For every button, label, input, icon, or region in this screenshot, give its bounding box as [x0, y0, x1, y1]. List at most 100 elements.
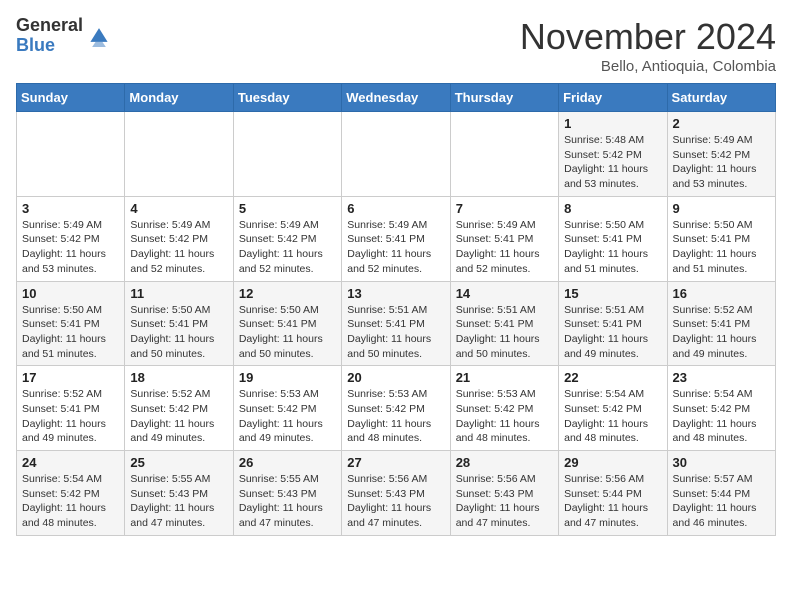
week-row: 3 Sunrise: 5:49 AM Sunset: 5:42 PM Daylig… — [17, 196, 776, 281]
empty-cell — [233, 112, 341, 197]
day-header-sunday: Sunday — [17, 84, 125, 112]
location: Bello, Antioquia, Colombia — [520, 58, 776, 75]
day-number: 23 — [673, 370, 770, 385]
day-info: Sunrise: 5:49 AM Sunset: 5:41 PM Dayligh… — [347, 218, 444, 277]
day-cell-3: 3 Sunrise: 5:49 AM Sunset: 5:42 PM Daylig… — [17, 196, 125, 281]
day-info: Sunrise: 5:56 AM Sunset: 5:43 PM Dayligh… — [456, 472, 553, 531]
day-cell-18: 18 Sunrise: 5:52 AM Sunset: 5:42 PM Dayli… — [125, 366, 233, 451]
day-header-monday: Monday — [125, 84, 233, 112]
day-cell-17: 17 Sunrise: 5:52 AM Sunset: 5:41 PM Dayli… — [17, 366, 125, 451]
day-info: Sunrise: 5:49 AM Sunset: 5:41 PM Dayligh… — [456, 218, 553, 277]
day-number: 27 — [347, 455, 444, 470]
day-cell-9: 9 Sunrise: 5:50 AM Sunset: 5:41 PM Daylig… — [667, 196, 775, 281]
day-info: Sunrise: 5:50 AM Sunset: 5:41 PM Dayligh… — [673, 218, 770, 277]
day-info: Sunrise: 5:56 AM Sunset: 5:43 PM Dayligh… — [347, 472, 444, 531]
day-number: 20 — [347, 370, 444, 385]
day-number: 7 — [456, 201, 553, 216]
day-info: Sunrise: 5:52 AM Sunset: 5:41 PM Dayligh… — [22, 387, 119, 446]
day-info: Sunrise: 5:50 AM Sunset: 5:41 PM Dayligh… — [239, 303, 336, 362]
day-cell-21: 21 Sunrise: 5:53 AM Sunset: 5:42 PM Dayli… — [450, 366, 558, 451]
empty-cell — [450, 112, 558, 197]
day-cell-22: 22Sunrise: 5:54 AM Sunset: 5:42 PM Dayli… — [559, 366, 667, 451]
day-info: Sunrise: 5:50 AM Sunset: 5:41 PM Dayligh… — [564, 218, 661, 277]
day-info: Sunrise: 5:53 AM Sunset: 5:42 PM Dayligh… — [347, 387, 444, 446]
week-row: 1 Sunrise: 5:48 AM Sunset: 5:42 PM Daylig… — [17, 112, 776, 197]
logo-blue: Blue — [16, 36, 83, 56]
day-number: 10 — [22, 286, 119, 301]
title-block: November 2024 Bello, Antioquia, Colombia — [520, 16, 776, 75]
week-row: 24 Sunrise: 5:54 AM Sunset: 5:42 PM Dayli… — [17, 451, 776, 536]
day-info: Sunrise: 5:54 AM Sunset: 5:42 PM Dayligh… — [673, 387, 770, 446]
day-number: 14 — [456, 286, 553, 301]
day-info: Sunrise: 5:50 AM Sunset: 5:41 PM Dayligh… — [130, 303, 227, 362]
day-info: Sunrise: 5:49 AM Sunset: 5:42 PM Dayligh… — [130, 218, 227, 277]
day-cell-27: 27 Sunrise: 5:56 AM Sunset: 5:43 PM Dayli… — [342, 451, 450, 536]
day-number: 2 — [673, 116, 770, 131]
day-cell-12: 12Sunrise: 5:50 AM Sunset: 5:41 PM Dayli… — [233, 281, 341, 366]
calendar-body: 1 Sunrise: 5:48 AM Sunset: 5:42 PM Daylig… — [17, 112, 776, 536]
day-cell-11: 11 Sunrise: 5:50 AM Sunset: 5:41 PM Dayli… — [125, 281, 233, 366]
day-info: Sunrise: 5:54 AM Sunset: 5:42 PM Dayligh… — [22, 472, 119, 531]
day-cell-7: 7 Sunrise: 5:49 AM Sunset: 5:41 PM Daylig… — [450, 196, 558, 281]
day-number: 17 — [22, 370, 119, 385]
day-header-saturday: Saturday — [667, 84, 775, 112]
day-header-tuesday: Tuesday — [233, 84, 341, 112]
day-info: Sunrise: 5:51 AM Sunset: 5:41 PM Dayligh… — [564, 303, 661, 362]
logo-general: General — [16, 16, 83, 36]
day-number: 16 — [673, 286, 770, 301]
month-title: November 2024 — [520, 16, 776, 58]
day-number: 8 — [564, 201, 661, 216]
day-cell-25: 25 Sunrise: 5:55 AM Sunset: 5:43 PM Dayli… — [125, 451, 233, 536]
day-cell-13: 13 Sunrise: 5:51 AM Sunset: 5:41 PM Dayli… — [342, 281, 450, 366]
day-number: 21 — [456, 370, 553, 385]
day-number: 28 — [456, 455, 553, 470]
day-number: 19 — [239, 370, 336, 385]
day-number: 25 — [130, 455, 227, 470]
day-number: 3 — [22, 201, 119, 216]
day-number: 1 — [564, 116, 661, 131]
day-header-wednesday: Wednesday — [342, 84, 450, 112]
day-cell-8: 8 Sunrise: 5:50 AM Sunset: 5:41 PM Daylig… — [559, 196, 667, 281]
day-number: 9 — [673, 201, 770, 216]
day-number: 5 — [239, 201, 336, 216]
day-info: Sunrise: 5:55 AM Sunset: 5:43 PM Dayligh… — [239, 472, 336, 531]
day-number: 15 — [564, 286, 661, 301]
day-info: Sunrise: 5:48 AM Sunset: 5:42 PM Dayligh… — [564, 133, 661, 192]
day-info: Sunrise: 5:52 AM Sunset: 5:41 PM Dayligh… — [673, 303, 770, 362]
day-number: 24 — [22, 455, 119, 470]
logo-icon — [87, 23, 111, 47]
empty-cell — [342, 112, 450, 197]
day-header-thursday: Thursday — [450, 84, 558, 112]
day-info: Sunrise: 5:53 AM Sunset: 5:42 PM Dayligh… — [239, 387, 336, 446]
day-number: 11 — [130, 286, 227, 301]
day-info: Sunrise: 5:49 AM Sunset: 5:42 PM Dayligh… — [22, 218, 119, 277]
day-info: Sunrise: 5:55 AM Sunset: 5:43 PM Dayligh… — [130, 472, 227, 531]
day-cell-2: 2Sunrise: 5:49 AM Sunset: 5:42 PM Daylig… — [667, 112, 775, 197]
day-info: Sunrise: 5:53 AM Sunset: 5:42 PM Dayligh… — [456, 387, 553, 446]
day-cell-14: 14 Sunrise: 5:51 AM Sunset: 5:41 PM Dayli… — [450, 281, 558, 366]
day-cell-10: 10 Sunrise: 5:50 AM Sunset: 5:41 PM Dayli… — [17, 281, 125, 366]
week-row: 10 Sunrise: 5:50 AM Sunset: 5:41 PM Dayli… — [17, 281, 776, 366]
day-info: Sunrise: 5:56 AM Sunset: 5:44 PM Dayligh… — [564, 472, 661, 531]
day-cell-23: 23 Sunrise: 5:54 AM Sunset: 5:42 PM Dayli… — [667, 366, 775, 451]
day-cell-16: 16 Sunrise: 5:52 AM Sunset: 5:41 PM Dayli… — [667, 281, 775, 366]
day-cell-30: 30Sunrise: 5:57 AM Sunset: 5:44 PM Dayli… — [667, 451, 775, 536]
day-cell-19: 19 Sunrise: 5:53 AM Sunset: 5:42 PM Dayli… — [233, 366, 341, 451]
day-info: Sunrise: 5:51 AM Sunset: 5:41 PM Dayligh… — [456, 303, 553, 362]
day-info: Sunrise: 5:50 AM Sunset: 5:41 PM Dayligh… — [22, 303, 119, 362]
page-header: General Blue November 2024 Bello, Antioq… — [16, 16, 776, 75]
day-number: 30 — [673, 455, 770, 470]
week-row: 17 Sunrise: 5:52 AM Sunset: 5:41 PM Dayli… — [17, 366, 776, 451]
empty-cell — [17, 112, 125, 197]
day-cell-26: 26 Sunrise: 5:55 AM Sunset: 5:43 PM Dayli… — [233, 451, 341, 536]
day-cell-29: 29Sunrise: 5:56 AM Sunset: 5:44 PM Dayli… — [559, 451, 667, 536]
day-number: 18 — [130, 370, 227, 385]
calendar-table: SundayMondayTuesdayWednesdayThursdayFrid… — [16, 83, 776, 536]
day-number: 22 — [564, 370, 661, 385]
day-cell-28: 28 Sunrise: 5:56 AM Sunset: 5:43 PM Dayli… — [450, 451, 558, 536]
day-number: 13 — [347, 286, 444, 301]
day-number: 26 — [239, 455, 336, 470]
day-info: Sunrise: 5:51 AM Sunset: 5:41 PM Dayligh… — [347, 303, 444, 362]
days-of-week-row: SundayMondayTuesdayWednesdayThursdayFrid… — [17, 84, 776, 112]
day-info: Sunrise: 5:52 AM Sunset: 5:42 PM Dayligh… — [130, 387, 227, 446]
